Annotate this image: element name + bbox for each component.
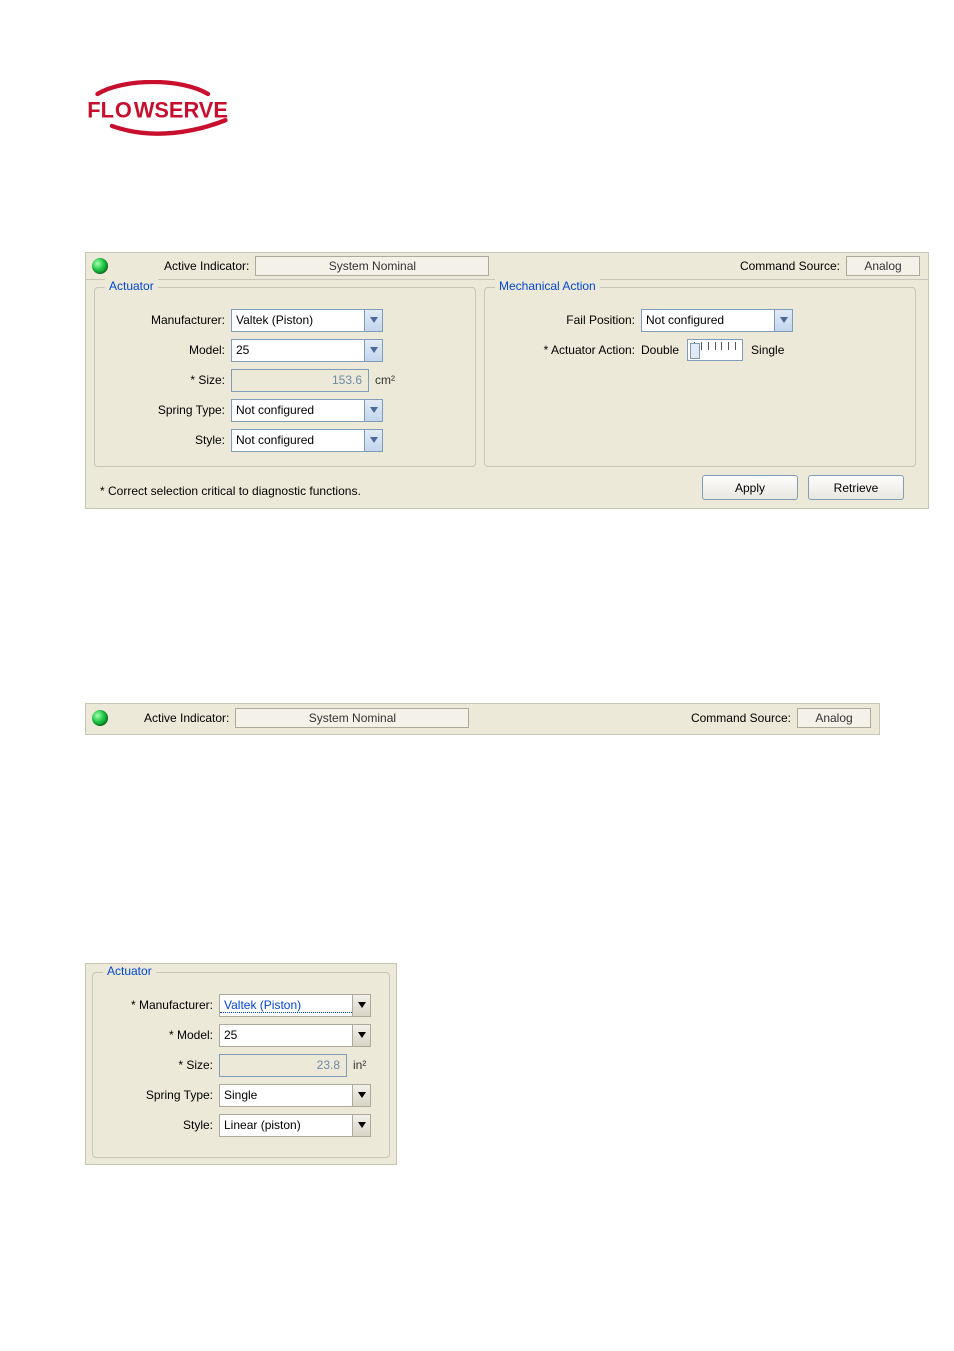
retrieve-button[interactable]: Retrieve (808, 475, 904, 500)
active-indicator-label: Active Indicator: (164, 259, 249, 273)
fail-position-value: Not configured (642, 313, 774, 327)
logo: FL O WSERVE (0, 0, 954, 143)
command-source-value[interactable]: Analog (797, 708, 871, 728)
fail-position-combo[interactable]: Not configured (641, 309, 793, 332)
flowserve-logo: FL O WSERVE (80, 80, 240, 140)
actuator-action-slider[interactable] (687, 339, 743, 361)
chevron-down-icon[interactable] (364, 430, 382, 451)
spring-type-combo[interactable]: Not configured (231, 399, 383, 422)
chevron-down-icon[interactable] (352, 1115, 370, 1136)
svg-text:O: O (115, 97, 132, 122)
spring-type-label: Spring Type: (93, 1088, 219, 1102)
size-value: 153.6 (332, 373, 362, 387)
manufacturer-combo[interactable]: Valtek (Piston) (219, 994, 371, 1017)
manufacturer-value: Valtek (Piston) (232, 313, 364, 327)
apply-button[interactable]: Apply (702, 475, 798, 500)
command-source-label: Command Source: (740, 259, 840, 273)
status-bar: Active Indicator: System Nominal Command… (86, 704, 879, 732)
spring-type-value: Single (220, 1088, 352, 1102)
chevron-down-icon[interactable] (352, 1085, 370, 1106)
active-indicator-value[interactable]: System Nominal (235, 708, 469, 728)
size-label: * Size: (93, 1058, 219, 1072)
chevron-down-icon[interactable] (352, 1025, 370, 1046)
style-value: Not configured (232, 433, 364, 447)
manufacturer-label: Manufacturer: (95, 313, 231, 327)
style-combo[interactable]: Not configured (231, 429, 383, 452)
manufacturer-combo[interactable]: Valtek (Piston) (231, 309, 383, 332)
chevron-down-icon[interactable] (364, 340, 382, 361)
actuator-group: Actuator Manufacturer: Valtek (Piston) M… (94, 287, 476, 467)
size-label: * Size: (95, 373, 231, 387)
mechanical-action-group: Mechanical Action Fail Position: Not con… (484, 287, 916, 467)
mechanical-action-legend: Mechanical Action (495, 279, 600, 293)
model-label: Model: (95, 343, 231, 357)
slider-thumb[interactable] (690, 343, 700, 359)
status-bar-panel: Active Indicator: System Nominal Command… (85, 703, 880, 735)
command-source-value[interactable]: Analog (846, 256, 920, 276)
manufacturer-label: * Manufacturer: (93, 998, 219, 1012)
actuator-group: Actuator * Manufacturer: Valtek (Piston)… (92, 972, 390, 1158)
spring-type-combo[interactable]: Single (219, 1084, 371, 1107)
svg-text:WSERVE: WSERVE (134, 97, 228, 122)
actuator-legend: Actuator (105, 279, 158, 293)
chevron-down-icon[interactable] (352, 995, 370, 1016)
size-readout: 23.8 (219, 1054, 347, 1077)
single-label: Single (751, 343, 784, 357)
chevron-down-icon[interactable] (774, 310, 792, 331)
chevron-down-icon[interactable] (364, 310, 382, 331)
size-unit: in² (353, 1058, 366, 1072)
model-combo[interactable]: 25 (219, 1024, 371, 1047)
manufacturer-value: Valtek (Piston) (220, 998, 352, 1013)
size-value: 23.8 (317, 1058, 340, 1072)
size-readout: 153.6 (231, 369, 369, 392)
spring-type-value: Not configured (232, 403, 364, 417)
style-combo[interactable]: Linear (piston) (219, 1114, 371, 1137)
size-unit: cm² (375, 373, 395, 387)
style-label: Style: (95, 433, 231, 447)
active-indicator-label: Active Indicator: (144, 711, 229, 725)
chevron-down-icon[interactable] (364, 400, 382, 421)
model-value: 25 (232, 343, 364, 357)
actuation-page-panel: Active Indicator: System Nominal Command… (85, 252, 929, 509)
style-value: Linear (piston) (220, 1118, 352, 1132)
model-combo[interactable]: 25 (231, 339, 383, 362)
critical-note: * Correct selection critical to diagnost… (100, 484, 361, 498)
status-led-icon (92, 258, 108, 274)
model-value: 25 (220, 1028, 352, 1042)
active-indicator-value[interactable]: System Nominal (255, 256, 489, 276)
fail-position-label: Fail Position: (485, 313, 641, 327)
model-label: * Model: (93, 1028, 219, 1042)
actuator-legend: Actuator (103, 964, 156, 978)
double-label: Double (641, 343, 679, 357)
style-label: Style: (93, 1118, 219, 1132)
spring-type-label: Spring Type: (95, 403, 231, 417)
status-led-icon (92, 710, 108, 726)
command-source-label: Command Source: (691, 711, 791, 725)
svg-text:FL: FL (87, 97, 114, 122)
actuator-standalone-panel: Actuator * Manufacturer: Valtek (Piston)… (85, 963, 397, 1165)
actuator-action-label: * Actuator Action: (485, 343, 641, 357)
status-bar: Active Indicator: System Nominal Command… (86, 253, 928, 280)
